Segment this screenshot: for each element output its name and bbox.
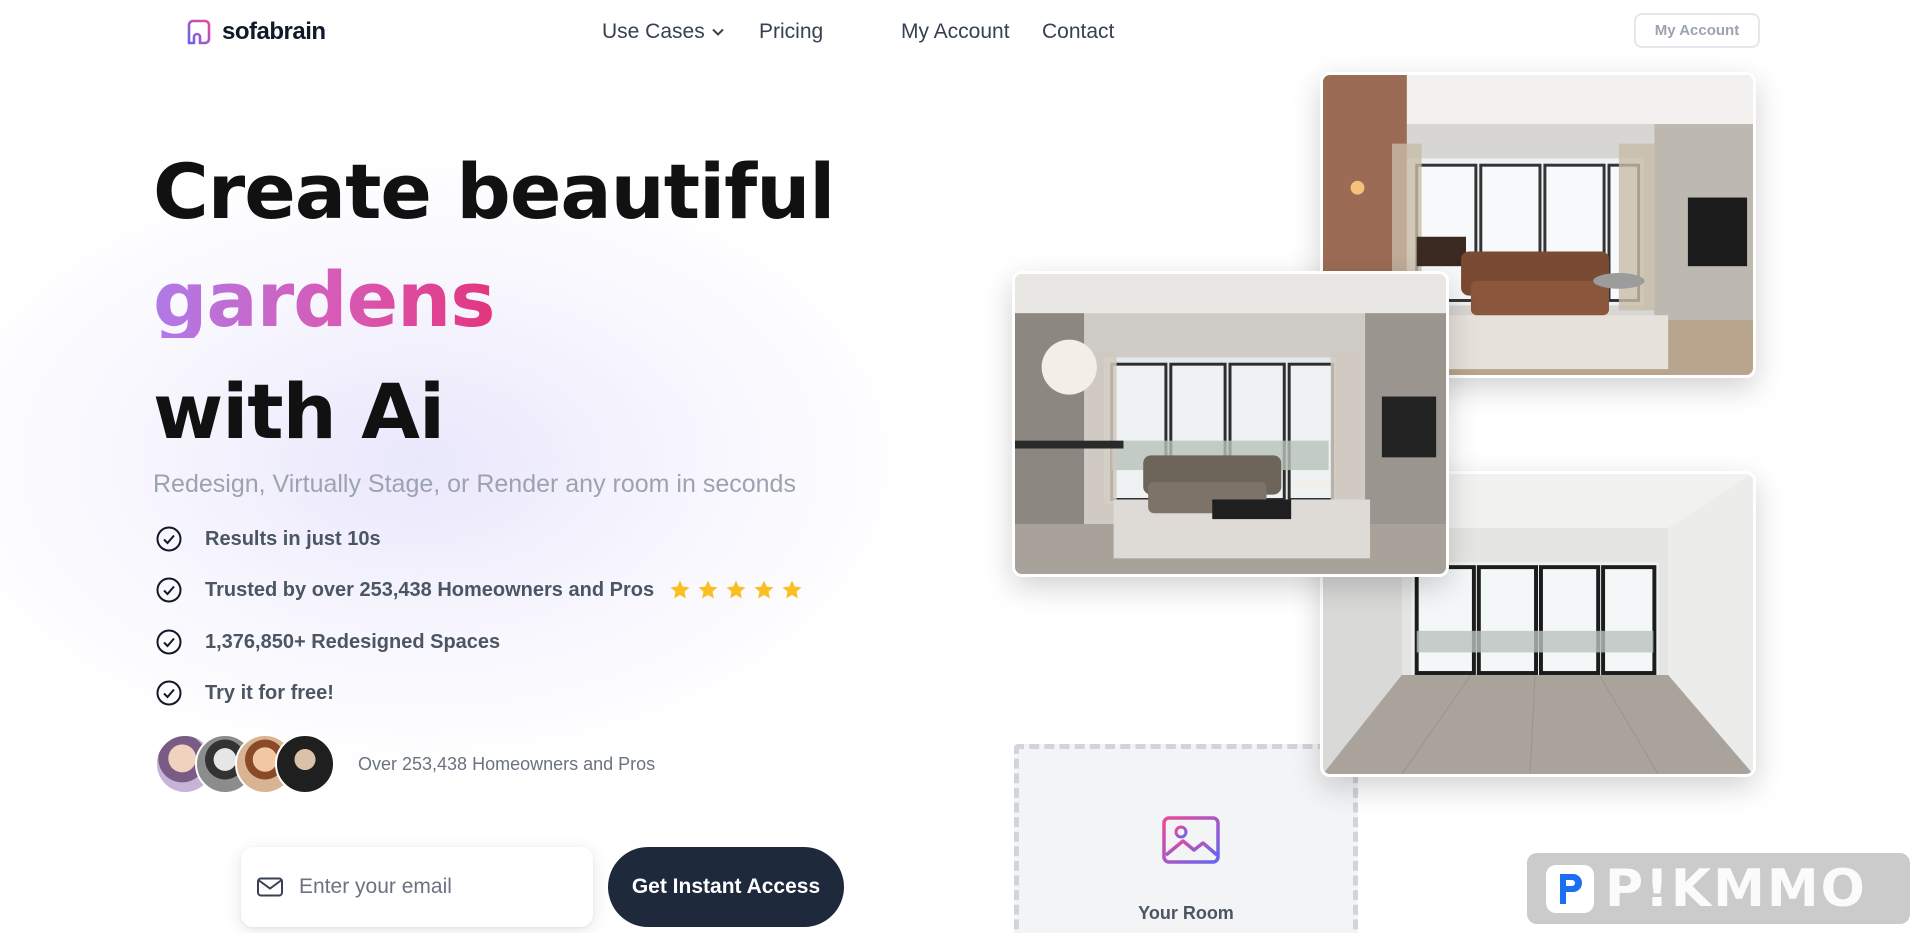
star-icon (782, 580, 802, 599)
star-icon (754, 580, 774, 599)
star-icon (698, 580, 718, 599)
logo-text: sofabrain (222, 18, 326, 45)
nav-use-cases-label: Use Cases (602, 20, 705, 43)
nav-contact[interactable]: Contact (1042, 20, 1114, 44)
feature-text: Trusted by over 253,438 Homeowners and P… (205, 578, 655, 601)
email-input[interactable] (299, 875, 569, 899)
watermark-logo-icon (1546, 864, 1594, 913)
nav-my-account-label: My Account (901, 20, 1010, 43)
feature-item: 1,376,850+ Redesigned Spaces (155, 628, 500, 656)
image-upload-icon (1162, 816, 1220, 864)
hero-subtitle: Redesign, Virtually Stage, or Render any… (153, 470, 796, 498)
nav-pricing[interactable]: Pricing (759, 20, 823, 44)
nav-my-account[interactable]: My Account (901, 20, 1010, 44)
logo[interactable]: sofabrain (184, 17, 326, 47)
chevron-down-icon (711, 28, 724, 36)
nav-use-cases[interactable]: Use Cases (602, 20, 725, 44)
staged-room-image (1015, 274, 1446, 574)
watermark: P!KMMO (1527, 853, 1910, 924)
avatar-group (155, 734, 335, 794)
star-icon (726, 580, 746, 599)
star-rating (668, 578, 804, 602)
nav-contact-label: Contact (1042, 20, 1115, 43)
check-circle-icon (156, 629, 182, 655)
star-icon (670, 580, 690, 599)
upload-label: Your Room (1138, 903, 1234, 923)
feature-item: Results in just 10s (155, 525, 381, 553)
hero-title-line3: with Ai (153, 367, 445, 456)
watermark-text: P!KMMO (1605, 858, 1867, 919)
my-account-button[interactable]: My Account (1634, 13, 1760, 48)
avatar (275, 734, 335, 794)
hero-background-glow (0, 150, 920, 770)
feature-text: 1,376,850+ Redesigned Spaces (205, 630, 501, 653)
check-circle-icon (156, 526, 182, 552)
feature-text: Try it for free! (205, 681, 334, 704)
feature-item: Trusted by over 253,438 Homeowners and P… (155, 576, 804, 604)
room-photo-middle (1012, 271, 1449, 577)
upload-dropzone[interactable]: Your Room (1014, 744, 1358, 933)
mail-icon (257, 877, 283, 897)
get-instant-access-button[interactable]: Get Instant Access (608, 847, 844, 927)
hero-title-highlight: gardens (153, 255, 495, 344)
check-circle-icon (156, 577, 182, 603)
nav-pricing-label: Pricing (759, 20, 824, 43)
email-field[interactable] (241, 847, 593, 927)
feature-item: Try it for free! (155, 679, 334, 707)
feature-text: Results in just 10s (205, 527, 381, 550)
hero-title-line1: Create beautiful (153, 147, 835, 236)
check-circle-icon (156, 680, 182, 706)
logo-icon (187, 19, 211, 45)
social-proof-text: Over 253,438 Homeowners and Pros (358, 754, 656, 774)
